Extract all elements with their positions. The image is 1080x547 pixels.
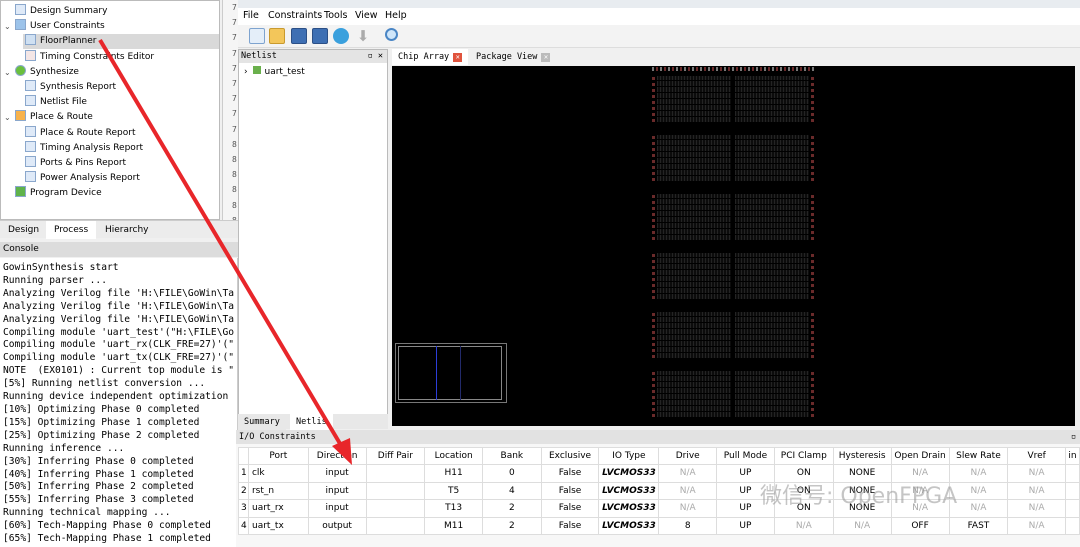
annotation-arrow (98, 38, 352, 465)
arrow-head (332, 438, 352, 465)
arrow-shaft (98, 38, 347, 454)
